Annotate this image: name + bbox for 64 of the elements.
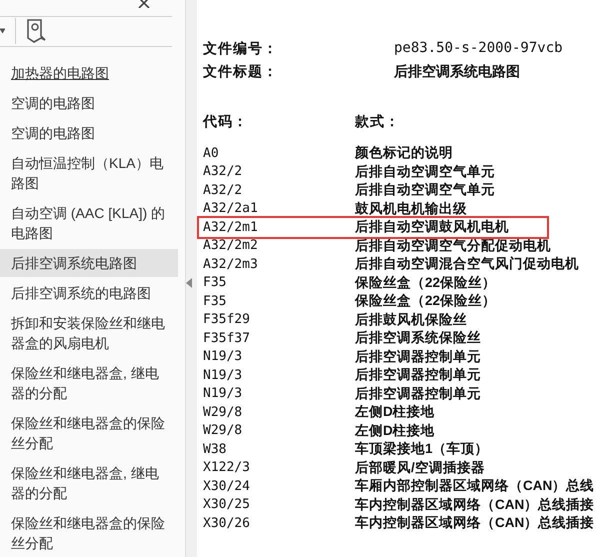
sidebar-item[interactable]: 空调的电路图 [0, 119, 178, 147]
description-cell-text: 后排自动空调鼓风机电机 [355, 218, 509, 236]
sidebar-item[interactable]: 自动恒温控制（KLA）电路图 [0, 149, 178, 197]
description-cell-text: 车厢内部控制器区域网络（CAN）总线 [355, 477, 594, 496]
sidebar-item[interactable]: 保险丝和继电器盒的保险丝分配 [0, 409, 178, 457]
description-cell-text: 左侧D柱接地 [355, 422, 435, 440]
code-cell-text: A32/2m3 [203, 256, 259, 274]
code-cell-text: F35 [203, 292, 228, 310]
description-cell-text: 车顶梁接地1（车顶） [355, 440, 489, 458]
sidebar-item[interactable]: 后排空调系统的电路图 [0, 279, 178, 307]
description-cell-text: 后排鼓风机保险丝 [355, 310, 467, 329]
code-cell-text: X30/24 [203, 478, 251, 496]
description-cell-text: 后部暖风/空调插接器 [355, 458, 485, 477]
description-cell-text: 后排空调器控制单元 [355, 384, 481, 403]
code-cell-text: N19/3 [203, 385, 244, 403]
code-cell-text: A32/2 [203, 163, 244, 181]
code-cell-text: X30/26 [203, 514, 251, 532]
code-cell-text: A32/2m2 [203, 237, 259, 255]
code-cell-text: W38 [203, 440, 228, 458]
code-cell-text: W29/8 [203, 404, 244, 422]
field-value: pe83.50-s-2000-97vcb [394, 39, 563, 58]
collapse-arrow-icon[interactable] [186, 278, 192, 288]
sidebar-item[interactable]: 空调的电路图 [0, 89, 178, 117]
sidebar-item[interactable]: 拆卸和安装保险丝和继电器盒的风扇电机 [0, 309, 178, 357]
description-cell-text: 保险丝盒（22保险丝） [355, 292, 496, 310]
column-header: 代码： [203, 112, 249, 131]
code-cell-text: W29/8 [203, 422, 244, 440]
field-label: 文件标题： [203, 62, 279, 81]
sidebar-item[interactable]: 保险丝和继电器盒, 继电器的分配 [0, 459, 178, 507]
code-cell-text: F35 [203, 274, 228, 292]
description-cell-text: 车内控制器区域网络（CAN）总线插接 [355, 514, 594, 532]
code-cell-text: X30/25 [203, 496, 251, 514]
description-cell-text: 后排空调系统保险丝 [355, 329, 481, 348]
sidebar-item[interactable]: 自动空调 (AAC [KLA]) 的电路图 [0, 199, 178, 247]
code-cell-text: A32/2 [203, 182, 244, 200]
column-header: 款式： [355, 112, 400, 131]
sidebar-item[interactable]: 保险丝和继电器盒, 继电器的分配 [0, 359, 178, 407]
close-icon[interactable] [138, 0, 150, 8]
bookmark-icon[interactable] [26, 19, 46, 44]
field-label: 文件编号： [203, 39, 279, 58]
description-cell-text: 保险丝盒（22保险丝） [355, 274, 496, 292]
code-cell-text: N19/3 [203, 348, 244, 366]
field-value: 后排空调系统电路图 [394, 62, 520, 81]
description-cell-text: 后排自动空调空气单元 [355, 181, 495, 200]
caret-icon[interactable] [0, 27, 5, 36]
description-cell-text: 鼓风机电机输出级 [355, 200, 467, 218]
code-cell-text: A0 [203, 144, 220, 162]
description-cell-text: 后排空调器控制单元 [355, 366, 481, 384]
code-cell-text: F35f37 [203, 330, 251, 348]
code-cell-text: A32/2m1 [203, 218, 259, 236]
sidebar-item[interactable]: 后排空调系统电路图 [0, 249, 178, 277]
description-cell-text: 左侧D柱接地 [355, 403, 435, 422]
description-cell-text: 颜色标记的说明 [355, 144, 453, 162]
code-cell-text: F35f29 [203, 311, 251, 329]
code-cell-text: A32/2a1 [203, 200, 259, 218]
description-cell-text: 后排自动空调混合空气风门促动电机 [355, 255, 579, 274]
description-cell-text: 车内控制器区域网络（CAN）总线插接 [355, 496, 594, 514]
description-cell-text: 后排自动空调空气分配促动电机 [355, 236, 551, 255]
code-cell-text: X122/3 [203, 459, 251, 477]
description-cell-text: 后排空调器控制单元 [355, 348, 481, 366]
code-cell-text: N19/3 [203, 366, 244, 384]
description-cell-text: 后排自动空调空气单元 [355, 162, 495, 181]
sidebar-item[interactable]: 保险丝和继电器盒的保险丝分配 [0, 509, 178, 557]
sidebar-item[interactable]: 加热器的电路图 [0, 59, 178, 87]
